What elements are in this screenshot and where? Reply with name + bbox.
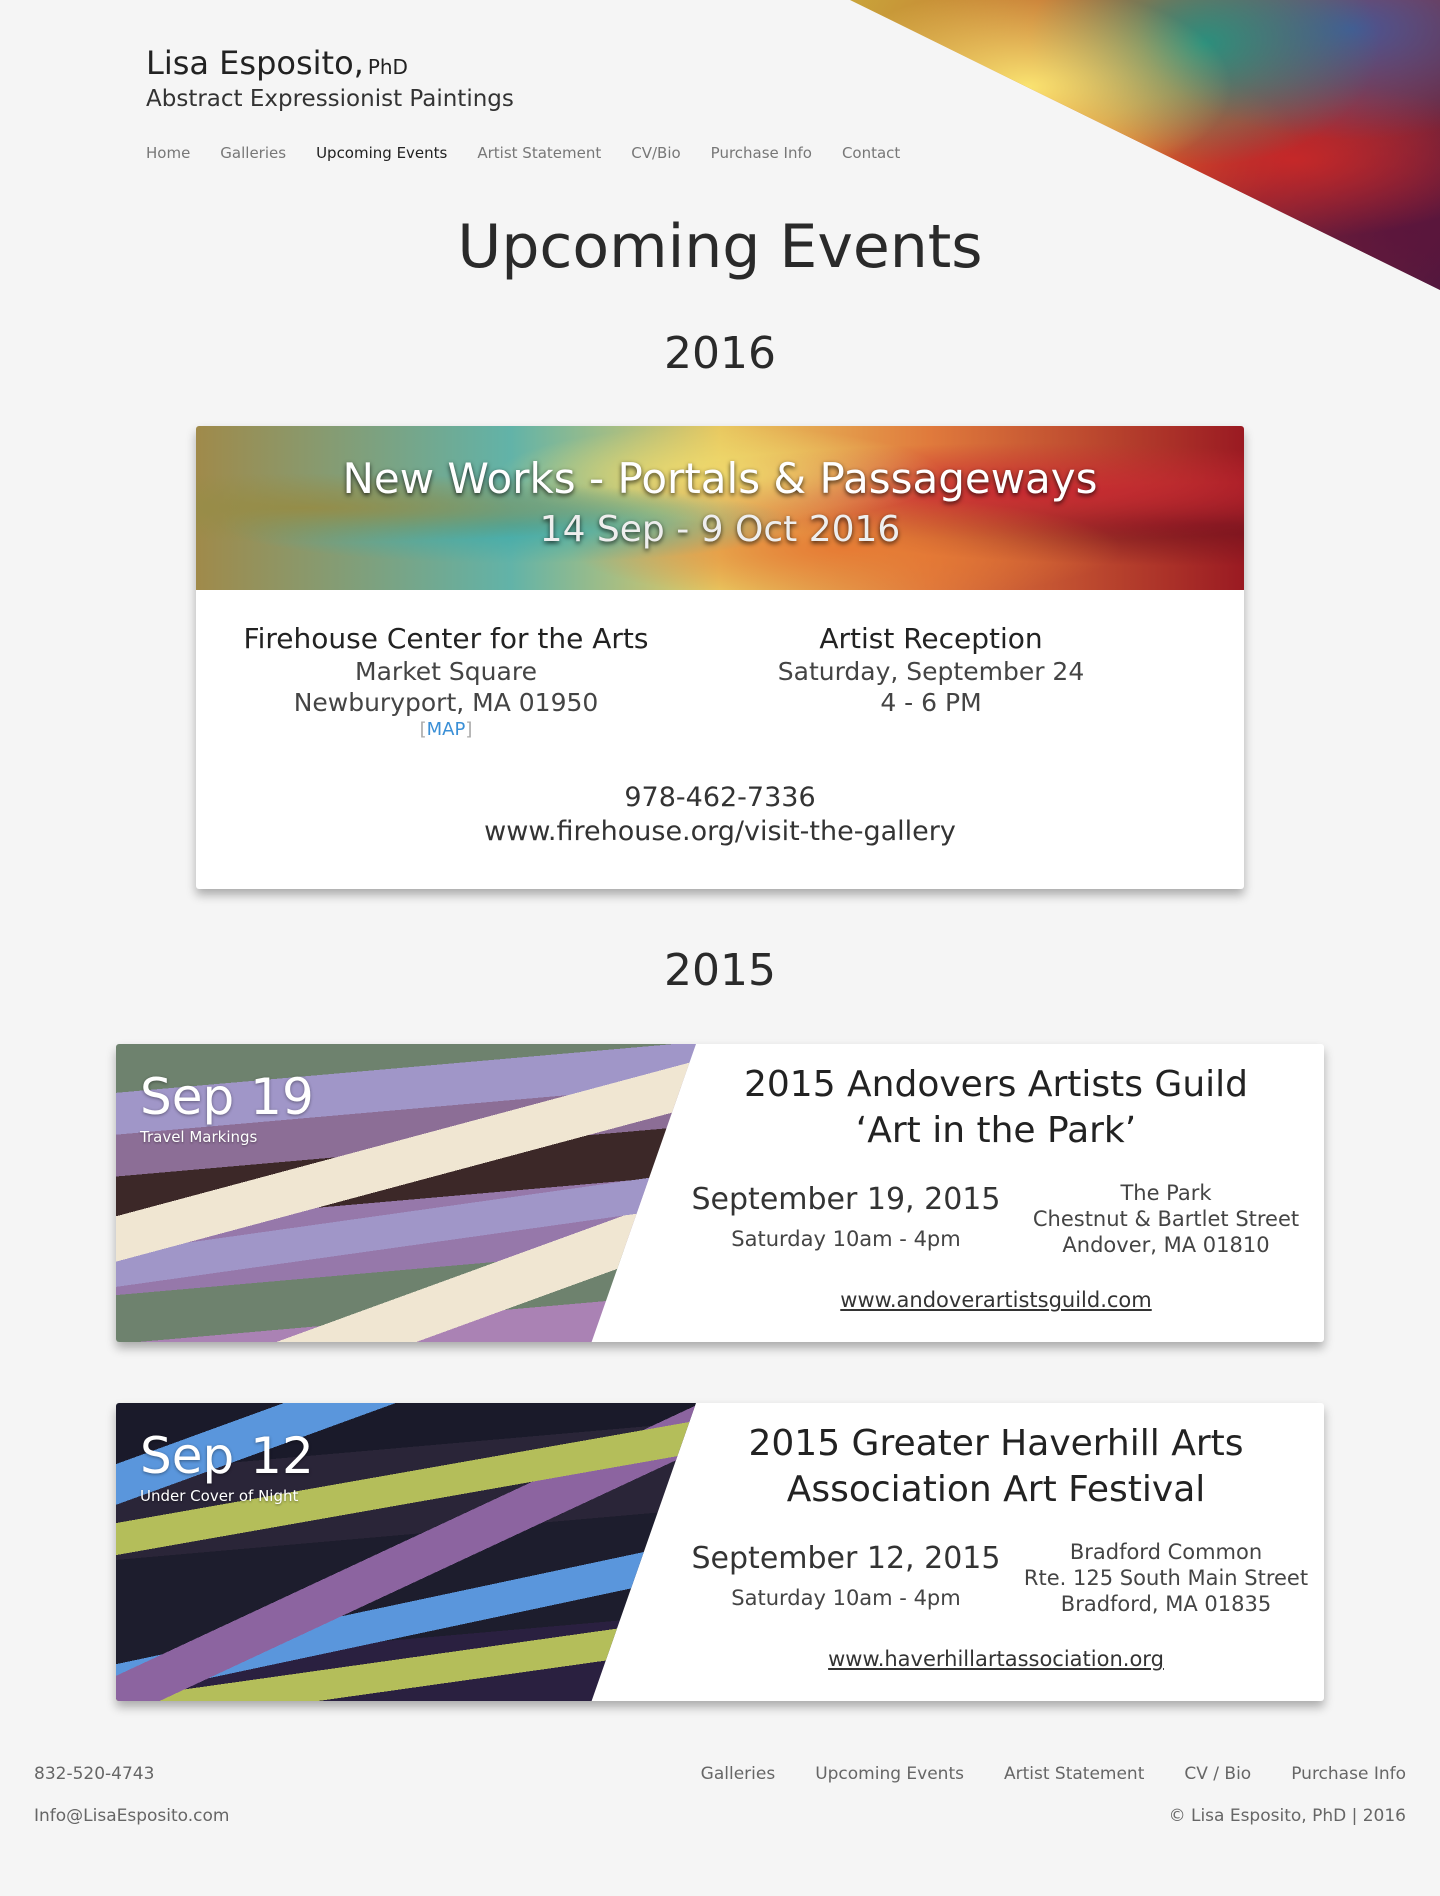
map-link-wrapper: [MAP]	[196, 719, 696, 740]
event-time: Saturday 10am - 4pm	[731, 1586, 961, 1610]
venue-address-line2: Newburyport, MA 01950	[293, 688, 599, 717]
venue-info: Firehouse Center for the Arts Market Squ…	[196, 622, 696, 740]
footer-email[interactable]: Info@LisaEsposito.com	[34, 1806, 230, 1826]
event-title-line2: ‘Art in the Park’	[855, 1110, 1137, 1151]
event-title-line1: 2015 Greater Haverhill Arts	[748, 1423, 1244, 1464]
event-website-link[interactable]: www.andoverartistsguild.com	[696, 1288, 1296, 1312]
reception-time: 4 - 6 PM	[880, 688, 982, 717]
footer-nav-galleries[interactable]: Galleries	[701, 1764, 776, 1784]
reception-date: Saturday, September 24	[777, 657, 1085, 686]
footer-nav-purchase-info[interactable]: Purchase Info	[1291, 1764, 1406, 1784]
event-website-link[interactable]: www.haverhillartassociation.org	[696, 1647, 1296, 1671]
event-title-line2: Association Art Festival	[786, 1469, 1206, 1510]
map-link[interactable]: MAP	[427, 719, 466, 740]
event-location: Bradford Common Rte. 125 South Main Stre…	[1016, 1539, 1316, 1617]
site-title[interactable]: Lisa Esposito, PhD	[146, 44, 408, 82]
event-card: Sep 12 Under Cover of Night 2015 Greater…	[116, 1403, 1324, 1701]
event-title-line1: 2015 Andovers Artists Guild	[743, 1064, 1249, 1105]
event-location-line3: Andover, MA 01810	[1062, 1233, 1270, 1257]
footer-nav-upcoming-events[interactable]: Upcoming Events	[815, 1764, 964, 1784]
nav-home[interactable]: Home	[146, 144, 190, 162]
venue-phone: 978-462-7336	[624, 782, 816, 813]
site-subtitle: Abstract Expressionist Paintings	[146, 86, 514, 112]
event-dates: 14 Sep - 9 Oct 2016	[539, 509, 901, 550]
event-location: The Park Chestnut & Bartlet Street Andov…	[1016, 1180, 1316, 1258]
painting-name: Travel Markings	[140, 1128, 258, 1146]
footer-nav-artist-statement[interactable]: Artist Statement	[1004, 1764, 1144, 1784]
year-heading-2015: 2015	[664, 945, 776, 996]
year-heading-2016: 2016	[664, 328, 776, 379]
map-bracket-open: [	[419, 719, 427, 740]
nav-artist-statement[interactable]: Artist Statement	[477, 144, 601, 162]
artist-degree: PhD	[367, 55, 408, 79]
map-bracket-close: ]	[465, 719, 473, 740]
event-title: 2015 Andovers Artists Guild ‘Art in the …	[696, 1062, 1296, 1154]
nav-galleries[interactable]: Galleries	[220, 144, 286, 162]
event-long-date: September 19, 2015	[691, 1182, 1001, 1217]
footer-nav: Galleries Upcoming Events Artist Stateme…	[701, 1764, 1406, 1784]
page-title: Upcoming Events	[457, 212, 983, 282]
event-location-line3: Bradford, MA 01835	[1060, 1592, 1272, 1616]
event-location-line1: Bradford Common	[1069, 1540, 1263, 1564]
nav-purchase-info[interactable]: Purchase Info	[711, 144, 812, 162]
event-time: Saturday 10am - 4pm	[731, 1227, 961, 1251]
event-short-date: Sep 19	[140, 1068, 314, 1126]
event-banner: New Works - Portals & Passageways 14 Sep…	[196, 426, 1244, 590]
footer-nav-cv-bio[interactable]: CV / Bio	[1184, 1764, 1251, 1784]
event-location-line2: Rte. 125 South Main Street	[1023, 1566, 1309, 1590]
venue-contact: 978-462-7336 www.firehouse.org/visit-the…	[196, 782, 1244, 850]
event-title: New Works - Portals & Passageways	[342, 454, 1098, 503]
painting-name: Under Cover of Night	[140, 1487, 299, 1505]
nav-upcoming-events[interactable]: Upcoming Events	[316, 144, 447, 162]
footer-phone: 832-520-4743	[34, 1764, 155, 1784]
venue-url[interactable]: www.firehouse.org/visit-the-gallery	[196, 816, 1244, 847]
event-location-line1: The Park	[1120, 1181, 1212, 1205]
event-location-line2: Chestnut & Bartlet Street	[1032, 1207, 1300, 1231]
event-title: 2015 Greater Haverhill Arts Association …	[696, 1421, 1296, 1513]
event-card: Sep 19 Travel Markings 2015 Andovers Art…	[116, 1044, 1324, 1342]
venue-name: Firehouse Center for the Arts	[243, 622, 649, 655]
reception-title: Artist Reception	[819, 622, 1043, 655]
footer-copyright: © Lisa Esposito, PhD | 2016	[1168, 1806, 1406, 1826]
nav-cv-bio[interactable]: CV/Bio	[631, 144, 680, 162]
event-short-date: Sep 12	[140, 1427, 314, 1485]
event-card-2016: New Works - Portals & Passageways 14 Sep…	[196, 426, 1244, 889]
main-nav: Home Galleries Upcoming Events Artist St…	[146, 144, 900, 162]
venue-address-line1: Market Square	[355, 657, 537, 686]
nav-contact[interactable]: Contact	[842, 144, 900, 162]
event-long-date: September 12, 2015	[691, 1541, 1001, 1576]
artist-name: Lisa Esposito,	[146, 44, 364, 82]
reception-info: Artist Reception Saturday, September 24 …	[696, 622, 1166, 717]
